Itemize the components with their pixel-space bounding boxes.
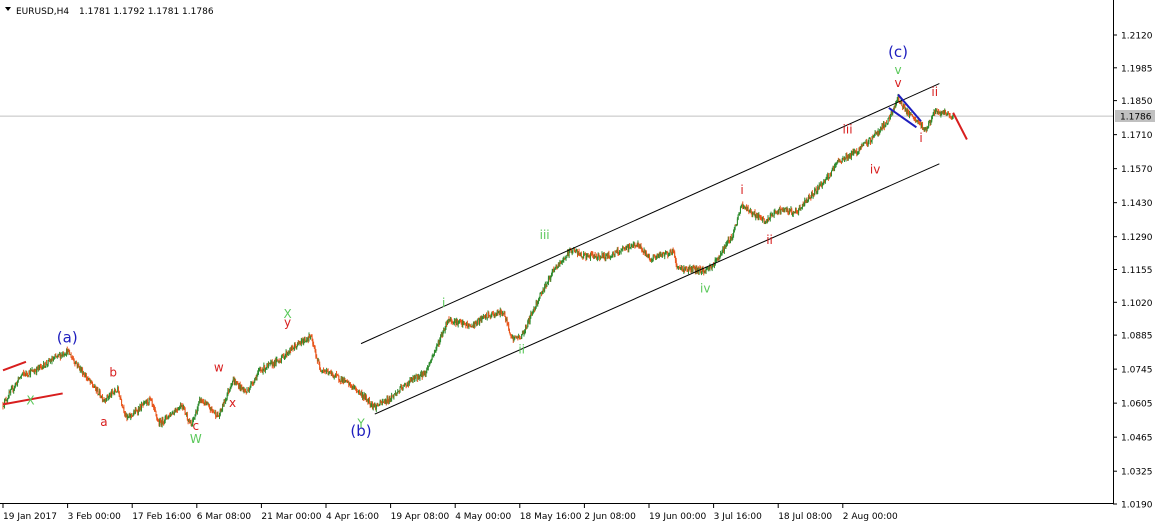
wave-label: i bbox=[919, 131, 922, 145]
candle bbox=[572, 248, 574, 254]
candle bbox=[476, 319, 478, 326]
candle bbox=[267, 361, 269, 369]
price-tick-label: 1.0325 bbox=[1121, 468, 1153, 478]
candle bbox=[901, 100, 903, 107]
candle bbox=[393, 394, 395, 400]
price-tick-label: 1.0465 bbox=[1121, 434, 1153, 444]
price-tick-label: 1.1290 bbox=[1121, 233, 1153, 243]
time-tick-label: 4 May 00:00 bbox=[455, 512, 511, 522]
wave-label: i bbox=[442, 296, 445, 310]
ohlc-values: 1.1781 1.1792 1.1781 1.1786 bbox=[79, 7, 214, 17]
wave-label: w bbox=[214, 361, 224, 375]
price-tick-label: 1.2120 bbox=[1121, 32, 1153, 42]
price-tick-label: 1.0885 bbox=[1121, 332, 1153, 342]
candle bbox=[698, 267, 700, 275]
candle bbox=[140, 401, 142, 412]
wave-label: (a) bbox=[57, 328, 78, 346]
time-tick-label: 2 Jun 08:00 bbox=[584, 512, 636, 522]
current-price-value: 1.1786 bbox=[1120, 113, 1152, 123]
candle bbox=[212, 409, 214, 413]
wave-label: W bbox=[190, 432, 202, 446]
wave-label: ii bbox=[766, 233, 773, 247]
time-tick-label: 3 Feb 00:00 bbox=[68, 512, 122, 522]
time-tick-label: 2 Aug 00:00 bbox=[843, 512, 898, 522]
price-tick-label: 1.1985 bbox=[1121, 64, 1153, 74]
time-tick-label: 4 Apr 16:00 bbox=[326, 512, 379, 522]
wave-label: i bbox=[740, 183, 743, 197]
time-tick-label: 6 Mar 08:00 bbox=[197, 512, 252, 522]
candle bbox=[737, 214, 739, 221]
wave-label: iv bbox=[700, 282, 710, 296]
candle bbox=[830, 170, 832, 177]
time-tick-label: 18 May 16:00 bbox=[520, 512, 582, 522]
wave-label: c bbox=[192, 419, 199, 433]
price-tick-label: 1.1570 bbox=[1121, 165, 1153, 175]
wave-label: iv bbox=[870, 163, 880, 177]
candle bbox=[215, 410, 217, 420]
price-tick-label: 1.0190 bbox=[1121, 501, 1153, 511]
time-tick-label: 19 Jun 00:00 bbox=[649, 512, 706, 522]
wave-label: (c) bbox=[888, 43, 908, 61]
time-tick-label: 21 Mar 00:00 bbox=[261, 512, 321, 522]
candle bbox=[69, 349, 71, 355]
time-tick-label: 19 Jan 2017 bbox=[3, 512, 57, 522]
wave-label: iii bbox=[540, 228, 550, 242]
current-price-tag: 1.1786 bbox=[1115, 110, 1155, 123]
time-tick-label: 17 Feb 16:00 bbox=[132, 512, 191, 522]
price-tick-label: 1.1155 bbox=[1121, 266, 1153, 276]
wave-label: b bbox=[109, 365, 117, 379]
chart-header: EURUSD,H4 1.1781 1.1792 1.1781 1.1786 bbox=[5, 7, 214, 17]
wave-label: v bbox=[894, 63, 901, 77]
candle bbox=[887, 117, 889, 125]
price-tick-label: 1.1850 bbox=[1121, 97, 1153, 107]
candle bbox=[316, 354, 318, 359]
time-tick-label: 18 Jul 08:00 bbox=[778, 512, 832, 522]
candle bbox=[488, 311, 490, 319]
price-tick-label: 1.0605 bbox=[1121, 400, 1153, 410]
wave-label: v bbox=[894, 76, 901, 90]
price-tick-label: 1.0745 bbox=[1121, 366, 1153, 376]
time-tick-label: 19 Apr 08:00 bbox=[391, 512, 450, 522]
candle bbox=[391, 392, 393, 402]
chart-background bbox=[0, 0, 1155, 527]
wave-label: y bbox=[284, 316, 291, 330]
price-tick-label: 1.1430 bbox=[1121, 199, 1153, 209]
time-tick-label: 3 Jul 16:00 bbox=[714, 512, 763, 522]
candle bbox=[827, 172, 829, 181]
candle bbox=[75, 360, 77, 364]
wave-label: x bbox=[229, 396, 236, 410]
wave-label: X bbox=[26, 393, 34, 407]
price-tick-label: 1.1710 bbox=[1121, 131, 1153, 141]
candle bbox=[118, 390, 120, 398]
wave-label: a bbox=[100, 415, 107, 429]
price-tick-label: 1.1020 bbox=[1121, 299, 1153, 309]
candle bbox=[2, 401, 4, 410]
wave-label: (b) bbox=[350, 422, 371, 440]
wave-label: ii bbox=[931, 85, 938, 99]
symbol-label: EURUSD,H4 bbox=[16, 7, 69, 17]
wave-label: iii bbox=[843, 122, 853, 136]
wave-label: ii bbox=[518, 342, 525, 356]
price-chart[interactable]: (a)Xba cWwxXyY(b)iiiiiiiviiiiiiiv(c)vviii… bbox=[0, 0, 1155, 527]
